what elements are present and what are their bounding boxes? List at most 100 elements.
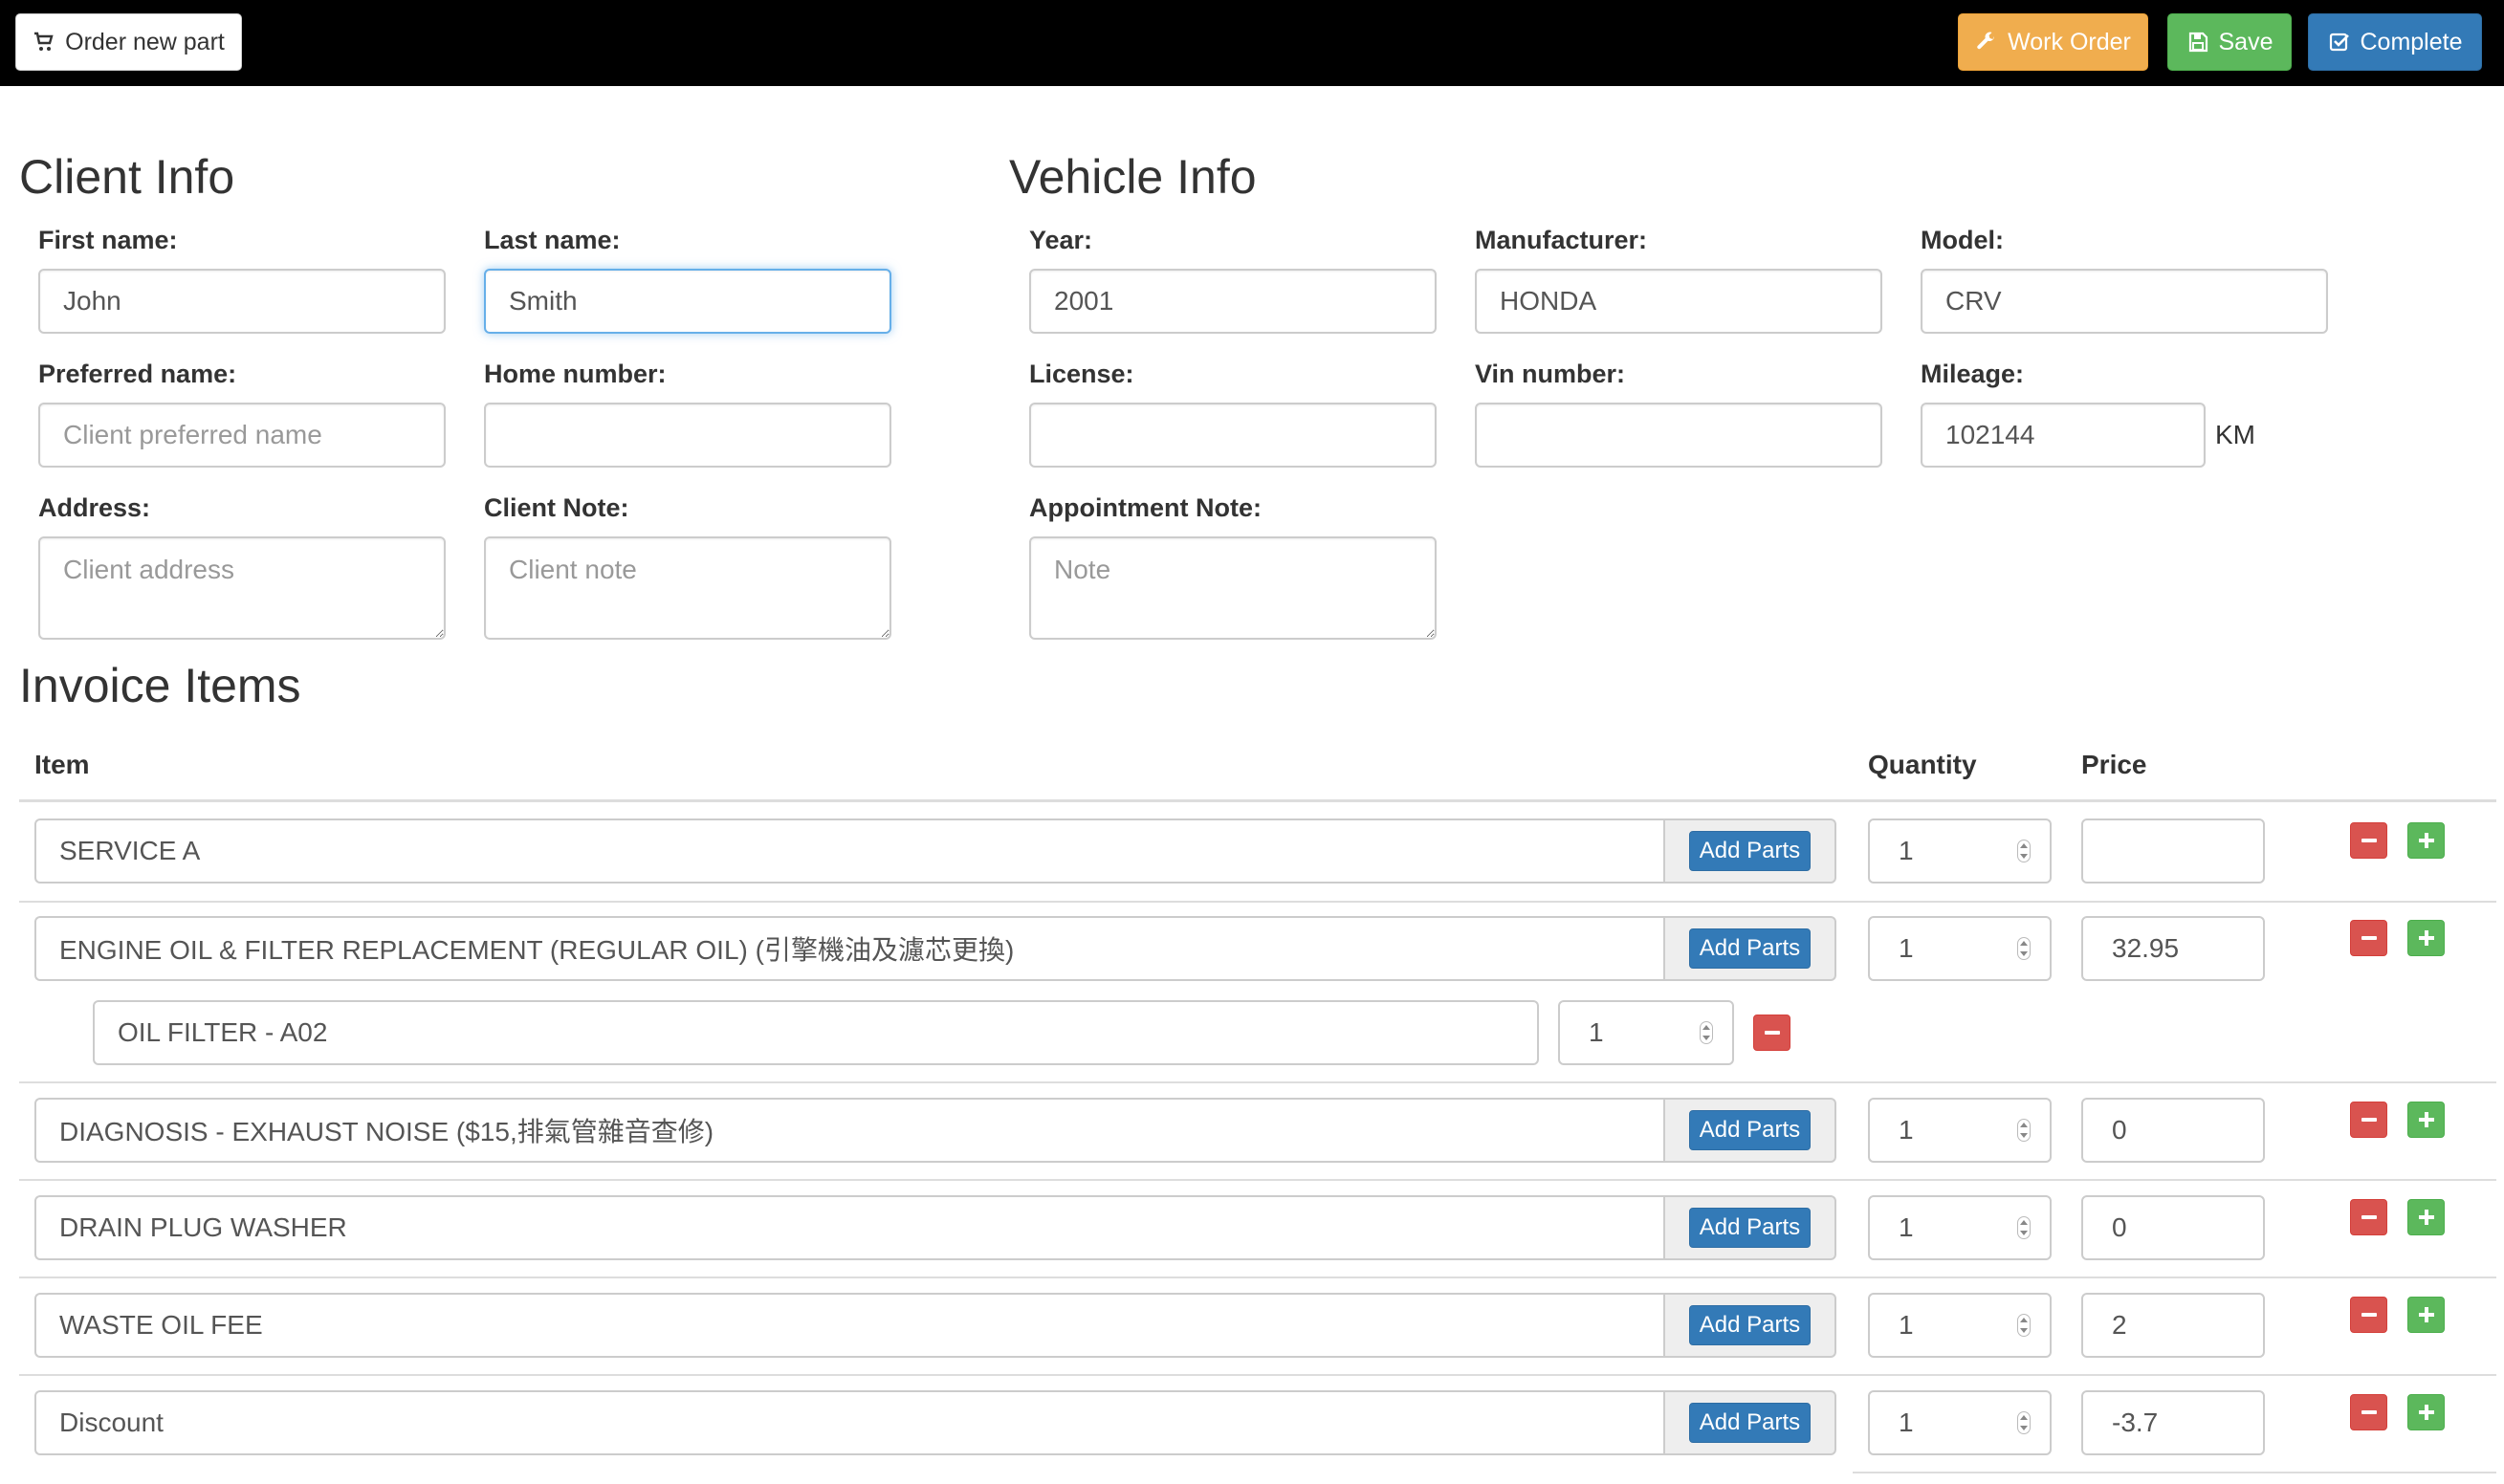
save-button[interactable]: Save [2167,13,2292,71]
table-row: Add Parts [34,1098,1836,1163]
add-parts-addon: Add Parts [1663,1390,1836,1455]
table-row: Add Parts [34,1390,1836,1455]
quantity-stepper[interactable]: 1 [1868,1098,2052,1163]
last-name-input[interactable] [484,269,891,334]
minus-icon [2361,1410,2377,1414]
row-divider [19,1179,2496,1181]
vin-number-label: Vin number: [1475,360,1626,388]
quantity-stepper[interactable]: 1 [1868,1195,2052,1260]
part-name-input[interactable] [93,1000,1539,1065]
spinner-arrows-icon[interactable] [1700,1021,1713,1044]
add-item-button[interactable] [2407,1394,2445,1430]
wrench-icon [1977,32,1995,50]
manufacturer-label: Manufacturer: [1475,226,1648,254]
check-square-icon [2329,33,2349,52]
model-label: Model: [1921,226,2004,254]
quantity-value: 1 [1899,1115,1914,1145]
add-parts-button[interactable]: Add Parts [1688,928,1812,969]
plus-icon [2418,1112,2434,1127]
quantity-value: 1 [1899,1408,1914,1437]
price-input[interactable] [2081,916,2265,981]
home-number-input[interactable] [484,403,891,468]
model-input[interactable] [1921,269,2328,334]
price-input[interactable] [2081,818,2265,884]
add-item-button[interactable] [2407,920,2445,956]
remove-part-button[interactable] [1753,1015,1790,1051]
work-order-label: Work Order [2008,28,2131,55]
price-input[interactable] [2081,1293,2265,1358]
order-new-part-button[interactable]: Order new part [15,13,242,71]
table-row: Add Parts [34,1293,1836,1358]
spinner-arrows-icon[interactable] [2017,1216,2031,1239]
quantity-stepper[interactable]: 1 [1868,1390,2052,1455]
first-name-input[interactable] [38,269,446,334]
appointment-note-textarea[interactable] [1029,536,1437,640]
add-parts-button[interactable]: Add Parts [1688,1208,1812,1248]
add-parts-addon: Add Parts [1663,1195,1836,1260]
address-textarea[interactable] [38,536,446,640]
preferred-name-input[interactable] [38,403,446,468]
quantity-stepper[interactable]: 1 [1868,818,2052,884]
save-label: Save [2218,28,2273,55]
item-name-input[interactable] [34,1195,1663,1260]
plus-icon [2418,1307,2434,1322]
order-new-part-label: Order new part [65,28,225,55]
vehicle-info-heading: Vehicle Info [1009,150,1257,204]
item-name-input[interactable] [34,916,1663,981]
add-item-button[interactable] [2407,822,2445,859]
remove-item-button[interactable] [2350,822,2387,859]
quantity-stepper[interactable]: 1 [1868,1293,2052,1358]
add-item-button[interactable] [2407,1102,2445,1138]
row-divider [19,1374,2496,1376]
spinner-arrows-icon[interactable] [2017,1411,2031,1434]
home-number-label: Home number: [484,360,667,388]
remove-item-button[interactable] [2350,1394,2387,1430]
last-name-label: Last name: [484,226,621,254]
client-info-heading: Client Info [19,150,235,204]
table-row: Add Parts [34,1195,1836,1260]
spinner-arrows-icon[interactable] [2017,1314,2031,1337]
remove-item-button[interactable] [2350,920,2387,956]
item-name-input[interactable] [34,1293,1663,1358]
add-parts-addon: Add Parts [1663,1293,1836,1358]
minus-icon [1764,1031,1780,1035]
add-parts-button[interactable]: Add Parts [1688,1305,1812,1345]
plus-icon [2418,833,2434,848]
price-input[interactable] [2081,1195,2265,1260]
add-item-button[interactable] [2407,1297,2445,1333]
add-parts-button[interactable]: Add Parts [1688,1110,1812,1150]
license-label: License: [1029,360,1134,388]
add-parts-addon: Add Parts [1663,818,1836,884]
add-parts-button[interactable]: Add Parts [1688,1403,1812,1443]
mileage-input[interactable] [1921,403,2206,468]
vin-number-input[interactable] [1475,403,1882,468]
add-parts-addon: Add Parts [1663,1098,1836,1163]
complete-button[interactable]: Complete [2308,13,2482,71]
client-note-textarea[interactable] [484,536,891,640]
part-quantity-stepper[interactable]: 1 [1558,1000,1734,1065]
year-input[interactable] [1029,269,1437,334]
quantity-stepper[interactable]: 1 [1868,916,2052,981]
spinner-arrows-icon[interactable] [2017,840,2031,862]
item-name-input[interactable] [34,818,1663,884]
license-input[interactable] [1029,403,1437,468]
work-order-button[interactable]: Work Order [1958,13,2148,71]
price-input[interactable] [2081,1390,2265,1455]
add-item-button[interactable] [2407,1199,2445,1235]
mileage-label: Mileage: [1921,360,2025,388]
remove-item-button[interactable] [2350,1297,2387,1333]
remove-item-button[interactable] [2350,1102,2387,1138]
minus-icon [2361,839,2377,842]
remove-item-button[interactable] [2350,1199,2387,1235]
spinner-arrows-icon[interactable] [2017,937,2031,960]
spinner-arrows-icon[interactable] [2017,1119,2031,1142]
row-divider [19,1081,2496,1083]
row-divider [1853,1472,2496,1473]
price-input[interactable] [2081,1098,2265,1163]
item-name-input[interactable] [34,1390,1663,1455]
add-parts-button[interactable]: Add Parts [1688,831,1812,871]
minus-icon [2361,1215,2377,1219]
item-name-input[interactable] [34,1098,1663,1163]
client-note-label: Client Note: [484,493,629,522]
manufacturer-input[interactable] [1475,269,1882,334]
